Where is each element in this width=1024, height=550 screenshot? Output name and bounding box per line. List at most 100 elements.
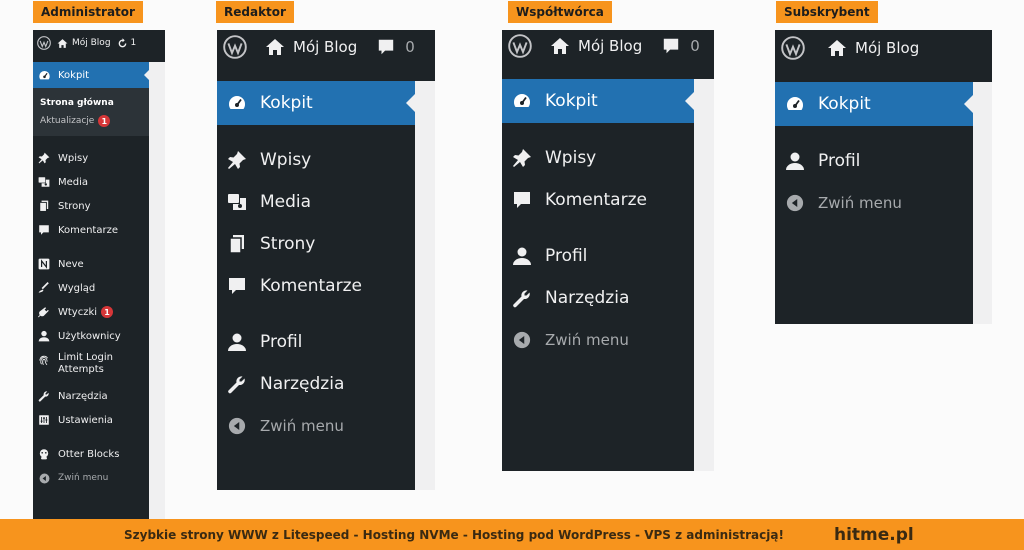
collapse-menu-button[interactable]: Zwiń menu xyxy=(775,182,973,224)
refresh-icon xyxy=(117,38,128,49)
collapse-icon xyxy=(37,473,51,484)
menu-item-label: Zwiń menu xyxy=(58,473,109,483)
comparison-stage: Administrator Redaktor Współtwórca Subsk… xyxy=(0,0,1024,550)
menu-item-narzedzia[interactable]: Narzędzia xyxy=(33,384,149,408)
admin-menu: Kokpit Wpisy Komentarze Profil Narzędzia… xyxy=(502,79,694,361)
site-name-link[interactable]: Mój Blog xyxy=(57,38,111,49)
comments-link[interactable]: 0 xyxy=(377,38,415,56)
menu-item-label: Profil xyxy=(545,246,588,266)
menu-item-profil[interactable]: Profil xyxy=(502,235,694,277)
menu-item-label: Narzędzia xyxy=(58,390,108,402)
neve-icon xyxy=(37,258,51,270)
dashboard-icon xyxy=(784,94,806,114)
home-icon xyxy=(827,38,847,58)
promo-banner: Szybkie strony WWW z Litespeed - Hosting… xyxy=(0,519,1024,550)
submenu-item-home[interactable]: Strona główna xyxy=(40,94,149,112)
pin-icon xyxy=(37,152,51,164)
menu-item-narzedzia[interactable]: Narzędzia xyxy=(502,277,694,319)
menu-item-label: Wygląd xyxy=(58,282,96,294)
menu-item-otter-blocks[interactable]: Otter Blocks xyxy=(33,442,149,466)
menu-item-media[interactable]: Media xyxy=(33,170,149,194)
admin-bar: Mój Blog xyxy=(775,30,992,66)
site-name-link[interactable]: Mój Blog xyxy=(265,37,357,57)
home-icon xyxy=(265,37,285,57)
wrench-icon xyxy=(511,288,533,308)
user-icon xyxy=(511,246,533,266)
pages-icon xyxy=(226,234,248,254)
role-label-subskrybent: Subskrybent xyxy=(776,1,878,23)
menu-item-wpisy[interactable]: Wpisy xyxy=(33,146,149,170)
user-icon xyxy=(784,151,806,171)
menu-item-label: Wpisy xyxy=(58,152,89,164)
menu-item-wtyczki[interactable]: Wtyczki 1 xyxy=(33,300,149,324)
menu-item-label: Kokpit xyxy=(545,91,598,111)
menu-item-label: Wpisy xyxy=(545,148,597,168)
menu-item-kokpit[interactable]: Kokpit xyxy=(775,82,973,126)
collapse-menu-button[interactable]: Zwiń menu xyxy=(33,466,149,490)
menu-item-label: Zwiń menu xyxy=(818,194,902,212)
site-name-link[interactable]: Mój Blog xyxy=(550,36,642,56)
menu-item-label: Zwiń menu xyxy=(545,331,629,349)
menu-item-label: Limit Login Attempts xyxy=(58,352,113,375)
menu-item-kokpit[interactable]: Kokpit xyxy=(217,81,415,125)
comments-link[interactable]: 0 xyxy=(662,37,700,55)
menu-item-strony[interactable]: Strony xyxy=(33,194,149,218)
menu-item-profil[interactable]: Profil xyxy=(775,140,973,182)
menu-item-komentarze[interactable]: Komentarze xyxy=(33,218,149,242)
user-icon xyxy=(226,332,248,352)
site-name-link[interactable]: Mój Blog xyxy=(827,38,919,58)
role-label-redaktor: Redaktor xyxy=(216,1,294,23)
menu-item-strony[interactable]: Strony xyxy=(217,223,415,265)
plugins-badge: 1 xyxy=(101,306,114,318)
wordpress-logo-icon[interactable] xyxy=(37,36,51,50)
media-icon xyxy=(226,192,248,212)
admin-menu: Kokpit Profil Zwiń menu xyxy=(775,82,973,224)
menu-item-label: Wtyczki xyxy=(58,306,98,318)
collapse-menu-button[interactable]: Zwiń menu xyxy=(502,319,694,361)
fingerprint-icon xyxy=(37,353,51,367)
menu-item-limit-login[interactable]: Limit Login Attempts xyxy=(33,348,149,384)
menu-item-label: Otter Blocks xyxy=(58,448,120,460)
brand-logo-text[interactable]: hitme.pl xyxy=(834,525,914,545)
menu-item-kokpit[interactable]: Kokpit xyxy=(502,79,694,123)
menu-item-label: Kokpit xyxy=(58,69,90,81)
menu-item-uzytkownicy[interactable]: Użytkownicy xyxy=(33,324,149,348)
menu-item-kokpit[interactable]: Kokpit xyxy=(33,62,149,88)
menu-item-komentarze[interactable]: Komentarze xyxy=(217,265,415,307)
submenu-item-label: Aktualizacje xyxy=(40,116,95,126)
menu-item-label: Narzędzia xyxy=(545,288,630,308)
settings-icon xyxy=(37,414,51,426)
submenu-item-updates[interactable]: Aktualizacje 1 xyxy=(40,112,149,130)
content-area-strip xyxy=(973,82,992,324)
menu-item-profil[interactable]: Profil xyxy=(217,321,415,363)
updates-link[interactable]: 1 xyxy=(117,38,137,49)
wordpress-logo-icon[interactable] xyxy=(508,34,532,58)
menu-item-neve[interactable]: Neve xyxy=(33,252,149,276)
menu-item-narzedzia[interactable]: Narzędzia xyxy=(217,363,415,405)
wordpress-logo-icon[interactable] xyxy=(781,36,805,60)
media-icon xyxy=(37,176,51,188)
content-area-strip xyxy=(149,62,165,520)
wordpress-logo-icon[interactable] xyxy=(223,35,247,59)
wrench-icon xyxy=(37,390,51,402)
site-name-label: Mój Blog xyxy=(855,39,920,57)
menu-item-media[interactable]: Media xyxy=(217,181,415,223)
collapse-icon xyxy=(784,194,806,212)
admin-bar: Mój Blog 0 xyxy=(502,30,714,62)
menu-item-wpisy[interactable]: Wpisy xyxy=(217,139,415,181)
plugin-icon xyxy=(37,306,51,318)
otter-icon xyxy=(37,448,51,460)
collapse-icon xyxy=(226,417,248,435)
site-name-label: Mój Blog xyxy=(578,37,643,55)
comment-icon xyxy=(37,224,51,236)
menu-item-wpisy[interactable]: Wpisy xyxy=(502,137,694,179)
menu-item-wyglad[interactable]: Wygląd xyxy=(33,276,149,300)
menu-item-ustawienia[interactable]: Ustawienia xyxy=(33,408,149,432)
collapse-menu-button[interactable]: Zwiń menu xyxy=(217,405,415,447)
menu-item-label: Komentarze xyxy=(58,224,118,236)
updates-badge: 1 xyxy=(98,115,111,127)
menu-item-komentarze[interactable]: Komentarze xyxy=(502,179,694,221)
comment-icon xyxy=(511,190,533,210)
admin-bar: Mój Blog 1 xyxy=(33,30,165,56)
updates-count: 1 xyxy=(130,38,137,48)
